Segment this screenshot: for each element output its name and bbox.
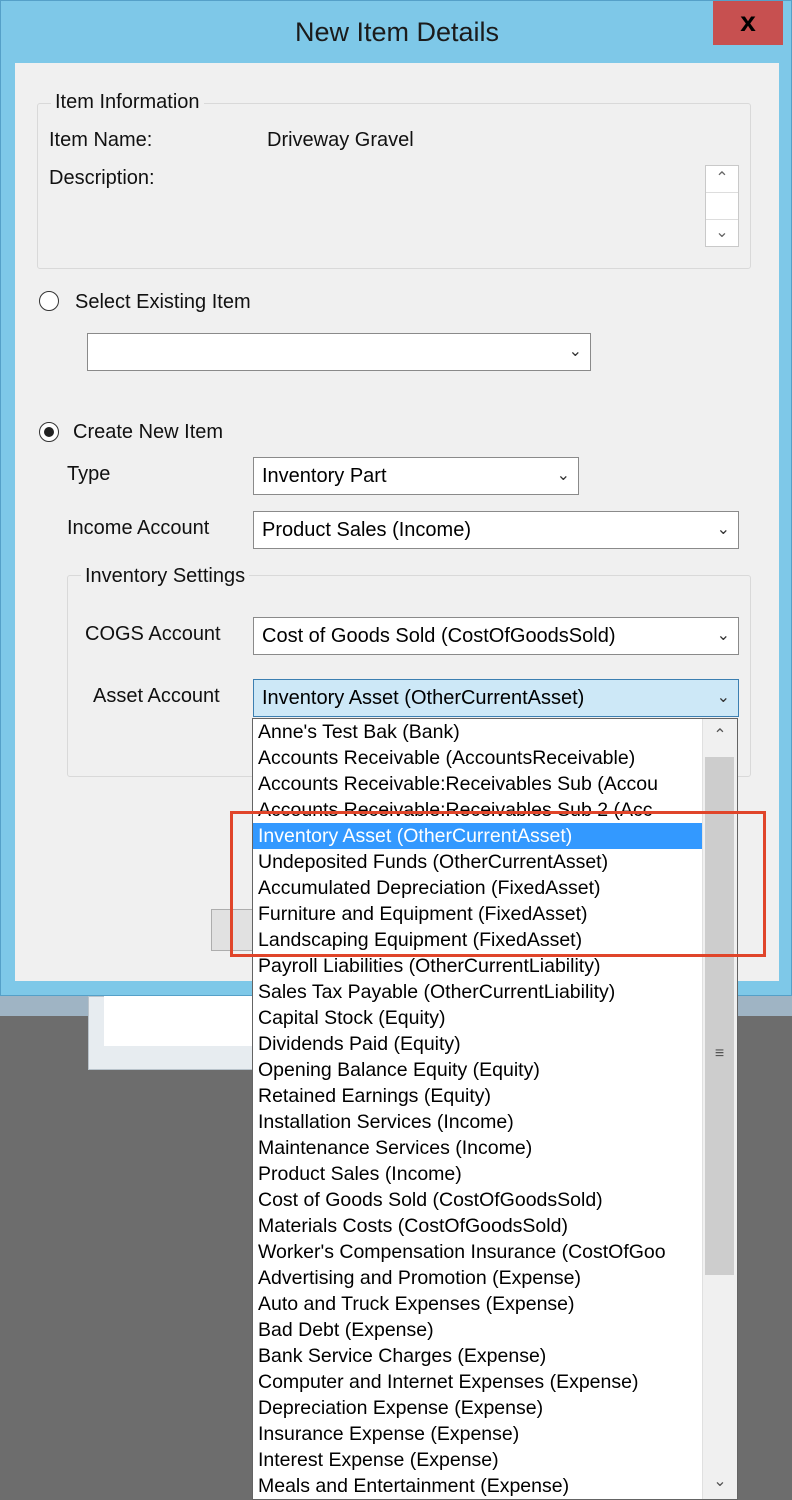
dropdown-option[interactable]: Worker's Compensation Insurance (CostOfG… [253,1239,703,1265]
dropdown-option[interactable]: Computer and Internet Expenses (Expense) [253,1369,703,1395]
asset-account-select[interactable]: Inventory Asset (OtherCurrentAsset) ⌄ [253,679,739,717]
item-name-value: Driveway Gravel [267,129,414,151]
item-name-label: Item Name: [49,129,153,151]
chevron-up-icon[interactable]: ⌃ [703,719,737,753]
chevron-down-icon: ⌄ [716,689,730,706]
dropdown-option[interactable]: Product Sales (Income) [253,1161,703,1187]
dropdown-option[interactable]: Cost of Goods Sold (CostOfGoodsSold) [253,1187,703,1213]
dropdown-option[interactable]: Accounts Receivable (AccountsReceivable) [253,745,703,771]
chevron-down-icon: ⌄ [556,467,570,484]
chevron-up-icon[interactable]: ⌃ [706,166,738,193]
income-account-value: Product Sales (Income) [262,519,471,541]
income-account-label: Income Account [67,517,210,539]
cogs-account-select[interactable]: Cost of Goods Sold (CostOfGoodsSold) ⌄ [253,617,739,655]
type-label: Type [67,463,111,485]
chevron-down-icon: ⌄ [716,521,730,538]
dropdown-option[interactable]: Capital Stock (Equity) [253,1005,703,1031]
inventory-settings-title: Inventory Settings [81,565,250,588]
cogs-account-label: COGS Account [85,623,221,645]
type-value: Inventory Part [262,465,387,487]
type-select[interactable]: Inventory Part ⌄ [253,457,579,495]
dropdown-option[interactable]: Bank Service Charges (Expense) [253,1343,703,1369]
create-new-radio[interactable] [39,422,59,442]
dropdown-option[interactable]: Meals and Entertainment (Expense) [253,1473,703,1499]
grip-icon: ≡ [714,1045,725,1062]
background-panel-inner [104,996,254,1046]
asset-account-label: Asset Account [93,685,220,707]
dropdown-option[interactable]: Retained Earnings (Equity) [253,1083,703,1109]
dropdown-option[interactable]: Materials Costs (CostOfGoodsSold) [253,1213,703,1239]
dropdown-option[interactable]: Opening Balance Equity (Equity) [253,1057,703,1083]
close-button[interactable]: x [713,1,783,45]
dropdown-option[interactable]: Auto and Truck Expenses (Expense) [253,1291,703,1317]
dropdown-option[interactable]: Installation Services (Income) [253,1109,703,1135]
dropdown-option[interactable]: Accounts Receivable:Receivables Sub (Acc… [253,771,703,797]
dialog-title: New Item Details [294,17,500,47]
dropdown-option[interactable]: Bad Debt (Expense) [253,1317,703,1343]
cogs-account-value: Cost of Goods Sold (CostOfGoodsSold) [262,625,616,647]
dropdown-option[interactable]: Interest Expense (Expense) [253,1447,703,1473]
asset-account-value: Inventory Asset (OtherCurrentAsset) [262,687,585,709]
highlight-annotation-box [230,811,766,957]
dropdown-option[interactable]: Insurance Expense (Expense) [253,1421,703,1447]
create-new-label[interactable]: Create New Item [73,421,223,444]
dropdown-option[interactable]: Advertising and Promotion (Expense) [253,1265,703,1291]
chevron-down-icon[interactable]: ⌄ [703,1465,737,1499]
select-existing-radio[interactable] [39,291,59,311]
description-label: Description: [49,167,155,189]
item-information-title: Item Information [51,91,204,114]
chevron-down-icon[interactable]: ⌄ [706,219,738,246]
dropdown-option[interactable]: Dividends Paid (Equity) [253,1031,703,1057]
dropdown-option[interactable]: Depreciation Expense (Expense) [253,1395,703,1421]
description-scrollbar[interactable]: ⌃ ⌄ [705,165,739,247]
chevron-down-icon: ⌄ [716,627,730,644]
close-icon: x [740,6,756,37]
existing-item-select[interactable]: ⌄ [87,333,591,371]
dropdown-option[interactable]: Maintenance Services (Income) [253,1135,703,1161]
chevron-down-icon: ⌄ [568,343,582,360]
select-existing-label[interactable]: Select Existing Item [75,291,251,314]
dropdown-option[interactable]: Sales Tax Payable (OtherCurrentLiability… [253,979,703,1005]
income-account-select[interactable]: Product Sales (Income) ⌄ [253,511,739,549]
dropdown-option[interactable]: Anne's Test Bak (Bank) [253,719,703,745]
